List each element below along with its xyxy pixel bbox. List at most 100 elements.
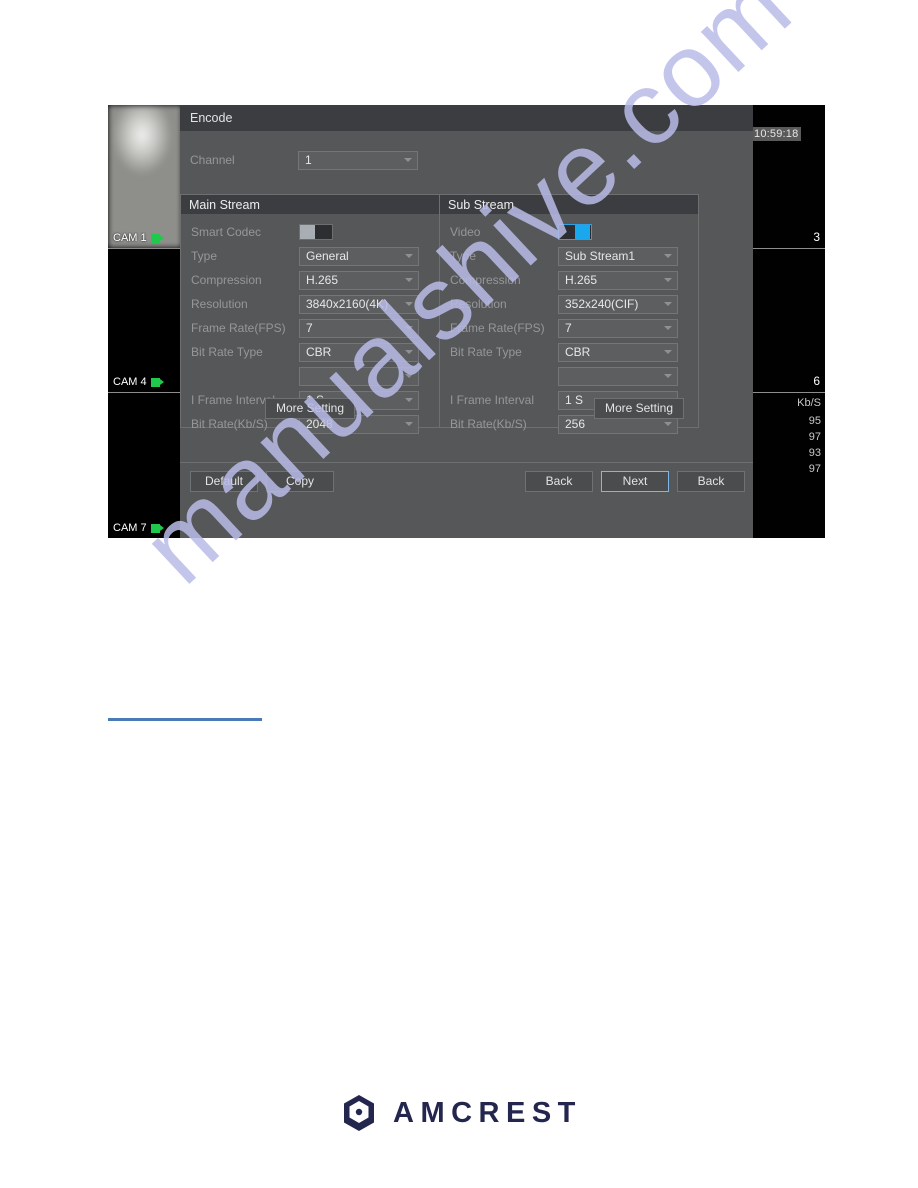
main-row-frame-rate-fps: Frame Rate(FPS) 7 (181, 316, 439, 340)
camera-label-4: CAM 4 (113, 377, 164, 388)
chevron-down-icon (664, 422, 672, 426)
dvr-screenshot: CAM 1 CAM 4 CAM 7 10:59:18 3 6 Kb/S 95 9… (108, 105, 825, 538)
next-button[interactable]: Next (601, 471, 669, 492)
select-value: H.265 (565, 273, 598, 287)
select-value: Sub Stream1 (565, 249, 636, 263)
back-button[interactable]: Back (525, 471, 593, 492)
dialog-title: Encode (190, 111, 233, 125)
select-value: 7 (306, 321, 313, 335)
main-select-resolution[interactable]: 3840x2160(4K) (299, 294, 419, 314)
sub-row-type: Type Sub Stream1 (440, 244, 698, 268)
toggle-knob (575, 225, 590, 239)
footer-left-buttons: Default Copy (190, 471, 334, 492)
sub-more-setting-button[interactable]: More Setting (593, 398, 684, 419)
select-value: H.265 (306, 273, 339, 287)
camera-icon (150, 234, 164, 243)
camera-label-7: CAM 7 (113, 523, 164, 534)
stream-panels: Main Stream Smart Codec Type General Compre… (180, 194, 753, 434)
chevron-down-icon (664, 278, 672, 282)
sub-row-video: Video (440, 220, 698, 244)
main-select-type[interactable]: General (299, 246, 419, 266)
sub-select-resolution[interactable]: 352x240(CIF) (558, 294, 678, 314)
main-stream-header: Main Stream (181, 195, 439, 214)
main-label-bit-rate-type: Bit Rate Type (191, 345, 263, 359)
channel-value: 1 (305, 153, 312, 167)
sub-select-bit-rate-type[interactable]: CBR (558, 342, 678, 362)
toggle-knob (300, 225, 315, 239)
main-more-setting-button[interactable]: More Setting (264, 398, 356, 419)
sub-select-type[interactable]: Sub Stream1 (558, 246, 678, 266)
sub-stream-panel: Sub Stream Video Type Sub Stream1 Compressi… (439, 194, 699, 434)
chevron-down-icon (664, 254, 672, 258)
sub-row-blank (440, 364, 698, 388)
select-value: 3840x2160(4K) (306, 297, 389, 311)
camera-icon (150, 378, 164, 387)
page-link-underline (108, 718, 262, 721)
sub-toggle-video[interactable] (558, 224, 592, 240)
right-pane-1[interactable]: 10:59:18 3 (753, 105, 825, 249)
sub-select-compression[interactable]: H.265 (558, 270, 678, 290)
sub-select-frame-rate-fps[interactable]: 7 (558, 318, 678, 338)
select-value: CBR (306, 345, 332, 359)
main-toggle-smart-codec[interactable] (299, 224, 333, 240)
main-row-blank (181, 364, 439, 388)
chevron-down-icon (405, 422, 413, 426)
camera-pane-1[interactable]: CAM 1 (108, 105, 182, 249)
channel-select[interactable]: 1 (298, 150, 418, 170)
chevron-down-icon (405, 278, 413, 282)
camera-name-text: CAM 7 (113, 522, 147, 534)
sub-row-frame-rate-fps: Frame Rate(FPS) 7 (440, 316, 698, 340)
main-label-type: Type (191, 249, 218, 263)
main-row-resolution: Resolution 3840x2160(4K) (181, 292, 439, 316)
amcrest-wordmark: AMCREST (393, 1096, 582, 1129)
kbs-value: 97 (808, 431, 821, 443)
chevron-down-icon (404, 158, 412, 162)
right-pane-2[interactable]: 6 (753, 249, 825, 393)
sub-row-resolution: Resolution 352x240(CIF) (440, 292, 698, 316)
encode-dialog: Encode Channel 1 Main Stream Smart Codec… (180, 105, 753, 538)
sub-row-bit-rate-type: Bit Rate Type CBR (440, 340, 698, 364)
camera-pane-4[interactable]: CAM 4 (108, 249, 182, 393)
footer-right-buttons: Back Next Back (525, 471, 745, 492)
select-value: General (306, 249, 349, 263)
kbs-value: 93 (808, 447, 821, 459)
dialog-body: Channel 1 Main Stream Smart Codec Type Gen… (180, 131, 753, 500)
chevron-down-icon (664, 374, 672, 378)
main-more-setting-wrap: More Setting (181, 398, 439, 419)
camera-label-1: CAM 1 (113, 233, 164, 244)
select-value: 2048 (306, 417, 333, 431)
default-button[interactable]: Default (190, 471, 258, 492)
copy-button[interactable]: Copy (266, 471, 334, 492)
chevron-down-icon (664, 326, 672, 330)
amcrest-logo: AMCREST (339, 1093, 584, 1133)
sub-stream-header: Sub Stream (440, 195, 698, 214)
main-select-bit-rate-type[interactable]: CBR (299, 342, 419, 362)
amcrest-hex-icon (344, 1095, 374, 1131)
back-secondary-button[interactable]: Back (677, 471, 745, 492)
channel-row: Channel 1 (190, 150, 730, 170)
chevron-down-icon (405, 326, 413, 330)
camera-icon (150, 524, 164, 533)
main-select-frame-rate-fps[interactable]: 7 (299, 318, 419, 338)
main-label-bit-rate-kb-s: Bit Rate(Kb/S) (191, 417, 268, 431)
kbs-value: 95 (808, 415, 821, 427)
sub-select-blank (558, 366, 678, 386)
main-select-compression[interactable]: H.265 (299, 270, 419, 290)
sub-label-frame-rate-fps: Frame Rate(FPS) (450, 321, 545, 335)
main-label-resolution: Resolution (191, 297, 248, 311)
main-row-type: Type General (181, 244, 439, 268)
pane-channel-number: 6 (813, 374, 820, 388)
sub-label-resolution: Resolution (450, 297, 507, 311)
sub-stream-header-text: Sub Stream (448, 197, 515, 212)
sub-label-type: Type (450, 249, 477, 263)
select-value: CBR (565, 345, 591, 359)
camera-preview-column: CAM 1 CAM 4 CAM 7 (108, 105, 182, 538)
camera-pane-7[interactable]: CAM 7 (108, 393, 182, 538)
pane-channel-number: 3 (813, 230, 820, 244)
main-label-frame-rate-fps: Frame Rate(FPS) (191, 321, 286, 335)
sub-label-video: Video (450, 225, 481, 239)
camera-name-text: CAM 4 (113, 376, 147, 388)
sub-label-compression: Compression (450, 273, 521, 287)
main-row-bit-rate-type: Bit Rate Type CBR (181, 340, 439, 364)
select-value: 7 (565, 321, 572, 335)
